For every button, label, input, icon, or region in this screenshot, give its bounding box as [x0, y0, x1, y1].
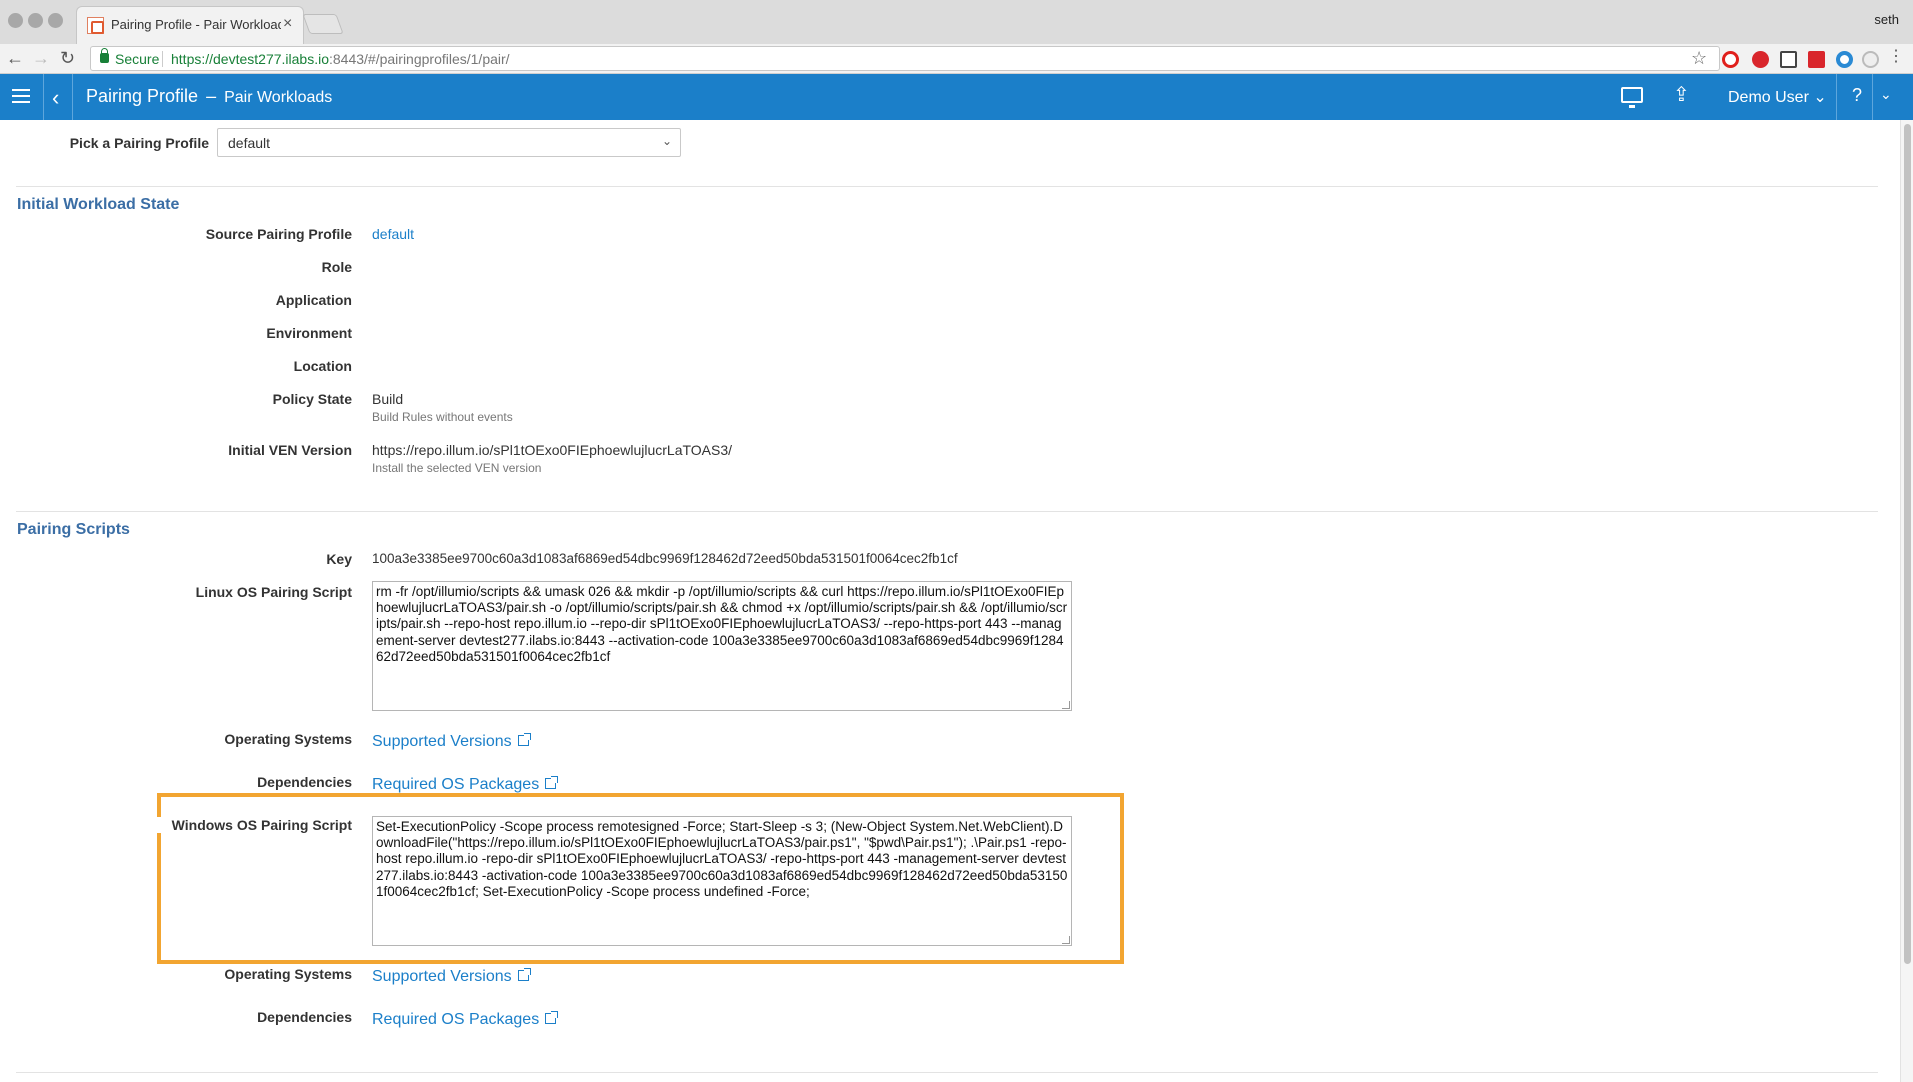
browser-profile-name[interactable]: seth: [1874, 12, 1899, 27]
pairing-scripts-title: Pairing Scripts: [17, 521, 130, 538]
favicon-icon: [87, 17, 104, 34]
circle-extension-icon[interactable]: [1836, 51, 1853, 68]
hamburger-menu-icon[interactable]: [12, 89, 30, 105]
chevron-down-icon: ⌄: [1813, 89, 1827, 106]
lock-icon: [100, 48, 109, 63]
user-menu[interactable]: Demo User ⌄: [1728, 87, 1827, 107]
windows-script-label: Windows OS Pairing Script: [140, 817, 352, 833]
title-dash: –: [206, 86, 217, 106]
linux-dependencies-label: Dependencies: [257, 774, 352, 790]
resize-grip-icon[interactable]: [1062, 701, 1070, 709]
section-divider: [16, 186, 1878, 187]
main-content: Pick a Pairing Profile default ⌄ Initial…: [0, 120, 1900, 1082]
browser-tab[interactable]: Pairing Profile - Pair Workloads ×: [76, 6, 304, 44]
monitor-icon[interactable]: [1621, 87, 1643, 108]
address-bar[interactable]: Secure https://devtest277.ilabs.io:8443/…: [90, 46, 1720, 71]
header-divider: [1872, 74, 1873, 120]
pick-profile-label: Pick a Pairing Profile: [69, 135, 209, 151]
new-tab-button[interactable]: [302, 14, 344, 34]
opera-extension-icon[interactable]: [1722, 51, 1739, 68]
external-link-icon: [545, 1011, 559, 1024]
section-divider: [16, 1072, 1878, 1073]
source-profile-label: Source Pairing Profile: [205, 226, 352, 242]
windows-os-label: Operating Systems: [224, 966, 352, 982]
key-label: Key: [326, 551, 352, 567]
url-host: https://devtest277.ilabs.io: [171, 51, 329, 67]
external-link-icon: [517, 968, 531, 981]
ven-version-description: Install the selected VEN version: [372, 461, 542, 475]
back-arrow-icon[interactable]: ←: [6, 48, 24, 69]
tab-title: Pairing Profile - Pair Workloads: [111, 17, 281, 32]
url-text[interactable]: https://devtest277.ilabs.io:8443/#/pairi…: [171, 51, 510, 67]
linux-required-packages-link[interactable]: Required OS Packages: [372, 776, 559, 794]
windows-supported-versions-link[interactable]: Supported Versions: [372, 968, 531, 986]
page-title-main: Pairing Profile: [86, 86, 199, 106]
windows-required-packages-link[interactable]: Required OS Packages: [372, 1011, 559, 1029]
page-subtitle: Pair Workloads: [224, 89, 333, 106]
header-divider: [43, 74, 44, 120]
screenshot-extension-icon[interactable]: [1780, 51, 1797, 68]
policy-state-description: Build Rules without events: [372, 410, 513, 424]
header-divider: [1836, 74, 1837, 120]
ven-version-label: Initial VEN Version: [228, 442, 352, 458]
close-icon[interactable]: ×: [283, 15, 292, 33]
scrollbar-thumb[interactable]: [1904, 124, 1911, 964]
browser-tab-strip: Pairing Profile - Pair Workloads × seth: [0, 0, 1913, 44]
pairing-profile-select[interactable]: default ⌄: [217, 128, 681, 157]
address-separator: [162, 51, 163, 67]
linux-supported-versions-text: Supported Versions: [372, 733, 512, 750]
role-label: Role: [321, 259, 352, 275]
linux-script-label: Linux OS Pairing Script: [195, 584, 352, 600]
user-name: Demo User: [1728, 89, 1809, 106]
upload-icon[interactable]: ⇪: [1673, 82, 1690, 107]
adblock-extension-icon[interactable]: [1752, 51, 1769, 68]
windows-required-packages-text: Required OS Packages: [372, 1011, 540, 1028]
header-divider: [72, 74, 73, 120]
reload-icon[interactable]: ↻: [60, 48, 75, 69]
policy-state-value: Build: [372, 391, 404, 407]
linux-script-textarea[interactable]: rm -fr /opt/illumio/scripts && umask 026…: [372, 581, 1072, 711]
window-zoom-button[interactable]: [48, 13, 63, 28]
source-profile-link[interactable]: default: [372, 226, 414, 242]
key-value: 100a3e3385ee9700c60a3d1083af6869ed54dbc9…: [372, 551, 958, 566]
secure-label: Secure: [115, 51, 160, 67]
chevron-down-icon: ⌄: [661, 134, 672, 148]
linux-supported-versions-link[interactable]: Supported Versions: [372, 733, 531, 751]
window-minimize-button[interactable]: [28, 13, 43, 28]
external-link-icon: [517, 733, 531, 746]
pairing-profile-selected-value: default: [228, 135, 271, 151]
ven-version-value: https://repo.illum.io/sPl1tOExo0FIEphoew…: [372, 442, 733, 458]
window-close-button[interactable]: [8, 13, 23, 28]
application-label: Application: [275, 292, 352, 308]
app-header: ‹ Pairing Profile – Pair Workloads ⇪ Demo …: [0, 74, 1913, 120]
external-link-icon: [545, 776, 559, 789]
environment-label: Environment: [266, 325, 352, 341]
url-path: :8443/#/pairingprofiles/1/pair/: [329, 51, 510, 67]
bookmark-star-icon[interactable]: ☆: [1691, 48, 1707, 69]
chevron-left-icon[interactable]: ‹: [52, 85, 59, 111]
linux-os-label: Operating Systems: [224, 731, 352, 747]
chevron-down-icon[interactable]: ⌄: [1880, 86, 1892, 103]
vertical-scrollbar[interactable]: [1900, 120, 1913, 1082]
browser-toolbar: ← → ↻ Secure https://devtest277.ilabs.io…: [0, 44, 1913, 74]
linux-required-packages-text: Required OS Packages: [372, 776, 540, 793]
forward-arrow-icon[interactable]: →: [32, 48, 50, 69]
policy-state-label: Policy State: [272, 391, 352, 407]
browser-menu-icon[interactable]: ⋮: [1888, 46, 1904, 66]
location-label: Location: [293, 358, 352, 374]
section-divider: [16, 511, 1878, 512]
windows-supported-versions-text: Supported Versions: [372, 968, 512, 985]
gray-extension-icon[interactable]: [1862, 51, 1879, 68]
lastpass-extension-icon[interactable]: [1808, 51, 1825, 68]
windows-dependencies-label: Dependencies: [257, 1009, 352, 1025]
help-icon[interactable]: ?: [1852, 85, 1862, 106]
initial-state-title: Initial Workload State: [17, 196, 180, 213]
page-title: Pairing Profile – Pair Workloads: [86, 86, 332, 107]
